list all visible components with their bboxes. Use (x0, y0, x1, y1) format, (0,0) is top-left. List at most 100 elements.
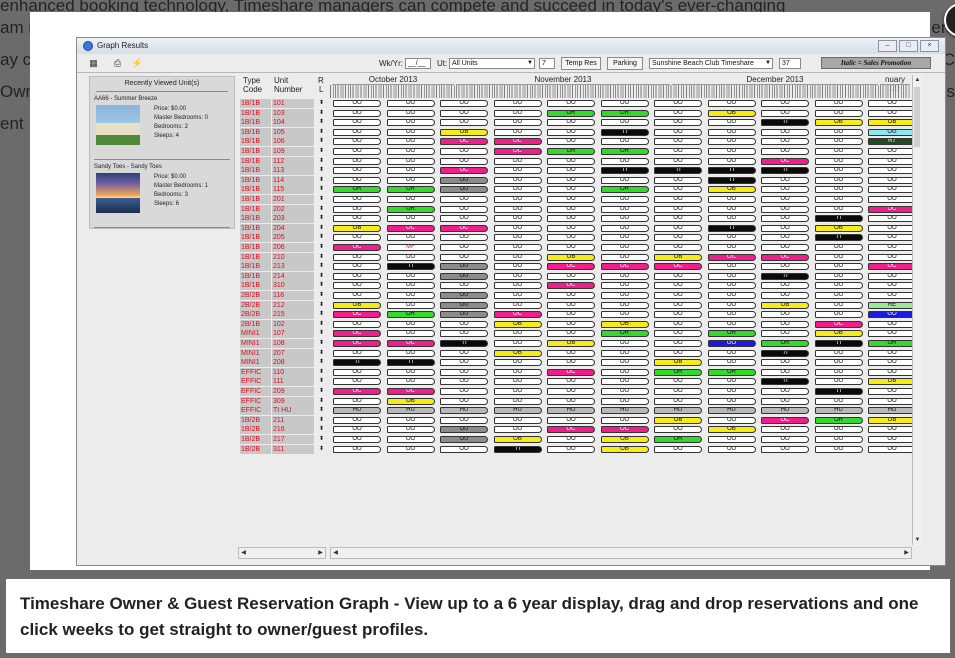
reservation-week-cell[interactable]: OO (814, 138, 863, 146)
reservation-week-cell[interactable]: OB (333, 224, 381, 232)
reservation-week-cell[interactable]: OO (654, 234, 702, 242)
reservation-week-cell[interactable]: OO (761, 397, 809, 405)
reservation-week-cell[interactable]: OO (654, 109, 702, 117)
unit-number[interactable]: 207 (272, 348, 314, 358)
reservation-week-cell[interactable]: OC (547, 368, 595, 376)
reservation-week-cell[interactable]: OU (440, 263, 488, 271)
reservation-week-cell[interactable]: OO (333, 253, 381, 261)
unit-number[interactable]: 203 (272, 214, 314, 224)
reservation-week-cell[interactable]: OO (654, 426, 702, 434)
unit-number[interactable]: 213 (272, 262, 314, 272)
reservation-week-cell[interactable]: OO (814, 301, 863, 309)
reservation-week-cell[interactable]: OO (547, 244, 595, 251)
reservation-week-cell[interactable]: OC (814, 320, 863, 328)
reservation-week-cell[interactable]: OC (440, 138, 488, 146)
reservation-week-cell[interactable]: OO (333, 416, 381, 424)
reservation-week-cell[interactable]: OO (654, 119, 702, 127)
scroll-right-icon[interactable]: ▶ (316, 548, 325, 558)
reservation-week-cell[interactable]: OO (547, 100, 595, 107)
reservation-week-cell[interactable]: OO (333, 157, 381, 165)
row-toggle-icon[interactable]: ⬍ (317, 406, 326, 415)
reservation-week-cell[interactable]: OO (868, 397, 916, 405)
grid-icon[interactable]: ▦ (87, 57, 100, 69)
reservation-week-cell[interactable]: OO (600, 388, 649, 395)
reservation-week-cell[interactable]: OO (814, 148, 863, 155)
row-toggle-icon[interactable]: ⬍ (317, 195, 326, 204)
reservation-week-cell[interactable]: OC (654, 263, 702, 271)
row-toggle-icon[interactable]: ⬍ (317, 445, 326, 454)
reservation-week-cell[interactable]: OO (868, 157, 916, 165)
reservation-week-cell[interactable]: OO (814, 100, 863, 107)
row-toggle-icon[interactable]: ⬍ (317, 291, 326, 300)
reservation-week-cell[interactable]: OO (761, 234, 809, 242)
reservation-week-cell[interactable]: OO (333, 263, 381, 271)
reservation-week-cell[interactable]: OB (707, 426, 756, 434)
scroll-right-icon[interactable]: ▶ (902, 548, 911, 558)
reservation-week-cell[interactable]: OO (868, 186, 916, 194)
reservation-week-cell[interactable]: OO (547, 157, 595, 165)
row-toggle-icon[interactable]: ⬍ (317, 243, 326, 252)
reservation-week-cell[interactable]: OO (440, 244, 488, 251)
temp-res-button[interactable]: Temp Res (561, 57, 601, 70)
reservation-week-cell[interactable]: OO (654, 349, 702, 357)
reservation-week-cell[interactable]: OC (386, 340, 435, 347)
reservation-week-cell[interactable]: OO (440, 148, 488, 155)
reservation-week-cell[interactable]: OO (386, 436, 435, 443)
reservation-week-cell[interactable]: OO (386, 378, 435, 386)
wk-yr-input[interactable]: __/__ (405, 58, 431, 69)
reservation-week-cell[interactable]: OO (814, 426, 863, 434)
reservation-week-cell[interactable]: OO (654, 215, 702, 223)
reservation-week-cell[interactable]: R7 (868, 138, 916, 146)
reservation-week-cell[interactable]: OO (333, 215, 381, 223)
reservation-week-cell[interactable]: OO (440, 330, 488, 338)
unit-number[interactable]: 215 (272, 310, 314, 320)
reservation-week-cell[interactable]: OB (814, 224, 863, 232)
reservation-week-cell[interactable]: OO (707, 349, 756, 357)
reservation-week-cell[interactable]: OR (386, 205, 435, 213)
reservation-week-cell[interactable]: OO (547, 119, 595, 127)
reservation-week-cell[interactable]: OO (333, 378, 381, 386)
reservation-week-cell[interactable]: OO (440, 234, 488, 242)
reservation-week-cell[interactable]: TI (440, 340, 488, 347)
unit-number[interactable]: 212 (272, 300, 314, 310)
row-toggle-icon[interactable]: ⬍ (317, 233, 326, 242)
reservation-week-cell[interactable]: OO (440, 215, 488, 223)
row-toggle-icon[interactable]: ⬍ (317, 368, 326, 377)
reservation-week-cell[interactable]: OO (814, 436, 863, 443)
reservation-week-cell[interactable]: OO (868, 349, 916, 357)
recent-unit-card[interactable]: AA66 - Summer Breeze Price: $0.00 Master… (94, 95, 230, 160)
unit-number[interactable]: 211 (272, 415, 314, 425)
unit-number[interactable]: 208 (272, 358, 314, 368)
reservation-week-cell[interactable]: OO (333, 349, 381, 357)
reservation-week-cell[interactable]: OC (493, 148, 542, 155)
reservation-week-cell[interactable]: OO (600, 224, 649, 232)
row-toggle-icon[interactable]: ⬍ (317, 310, 326, 319)
reservation-week-cell[interactable]: OO (386, 301, 435, 309)
reservation-week-cell[interactable]: OO (547, 378, 595, 386)
reservation-week-cell[interactable]: OO (814, 368, 863, 376)
reservation-week-cell[interactable]: OO (761, 292, 809, 299)
reservation-week-cell[interactable]: OO (707, 234, 756, 242)
reservation-week-cell[interactable]: RE (868, 301, 916, 309)
unit-number[interactable]: 110 (272, 367, 314, 377)
reservation-week-cell[interactable]: OO (868, 272, 916, 280)
reservation-week-cell[interactable]: MF (386, 244, 435, 251)
reservation-week-cell[interactable]: OB (600, 320, 649, 328)
reservation-week-cell[interactable]: OO (654, 445, 702, 453)
reservation-week-cell[interactable]: HU (333, 407, 381, 415)
reservation-week-cell[interactable]: OO (493, 282, 542, 290)
reservation-week-cell[interactable]: OO (547, 272, 595, 280)
reservation-week-cell[interactable]: OO (814, 196, 863, 203)
reservation-week-cell[interactable]: OO (440, 378, 488, 386)
reservation-week-cell[interactable]: OR (333, 186, 381, 194)
row-toggle-icon[interactable]: ⬍ (317, 387, 326, 396)
reservation-week-cell[interactable]: OO (386, 330, 435, 338)
row-toggle-icon[interactable]: ⬍ (317, 339, 326, 348)
reservation-week-cell[interactable]: TI (761, 167, 809, 175)
reservation-week-cell[interactable]: OO (654, 301, 702, 309)
unit-number[interactable]: 205 (272, 233, 314, 243)
scroll-left-icon[interactable]: ◀ (239, 548, 248, 558)
reservation-week-cell[interactable]: OO (493, 330, 542, 338)
graph-horizontal-scrollbar[interactable]: ◀ ▶ (330, 547, 912, 559)
reservation-week-cell[interactable]: OO (761, 128, 809, 136)
